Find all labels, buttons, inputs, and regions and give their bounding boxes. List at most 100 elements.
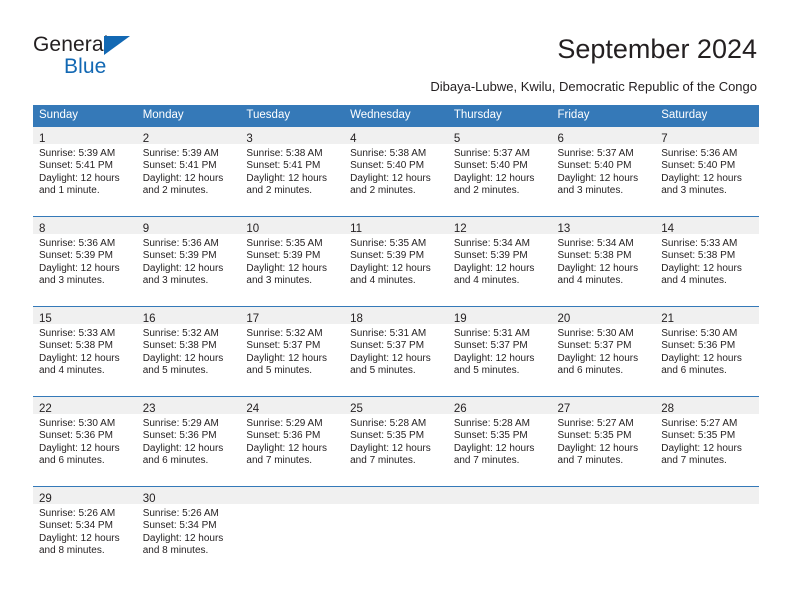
day-info: Sunrise: 5:34 AM Sunset: 5:38 PM Dayligh… — [552, 234, 656, 288]
day-cell[interactable]: 27 Sunrise: 5:27 AM Sunset: 5:35 PM Dayl… — [551, 396, 656, 487]
day-info: Sunrise: 5:34 AM Sunset: 5:39 PM Dayligh… — [448, 234, 552, 288]
sunrise-text: Sunrise: 5:36 AM — [39, 238, 116, 249]
day-info: Sunrise: 5:36 AM Sunset: 5:39 PM Dayligh… — [137, 234, 241, 288]
day-info: Sunrise: 5:29 AM Sunset: 5:36 PM Dayligh… — [137, 414, 241, 468]
day-cell[interactable]: 18 Sunrise: 5:31 AM Sunset: 5:37 PM Dayl… — [344, 306, 448, 397]
day-info: Sunrise: 5:33 AM Sunset: 5:38 PM Dayligh… — [655, 234, 759, 288]
day-info: Sunrise: 5:38 AM Sunset: 5:40 PM Dayligh… — [344, 144, 448, 198]
day-number-band: 3 — [240, 127, 345, 145]
sunset-text: Sunset: 5:37 PM — [557, 340, 632, 352]
day-info: Sunrise: 5:29 AM Sunset: 5:36 PM Dayligh… — [240, 414, 344, 468]
daylight-text: Daylight: 12 hours and 2 minutes. — [246, 172, 328, 197]
day-cell[interactable]: 14 Sunrise: 5:33 AM Sunset: 5:38 PM Dayl… — [655, 216, 759, 307]
day-cell[interactable]: 11 Sunrise: 5:35 AM Sunset: 5:39 PM Dayl… — [344, 216, 448, 307]
daylight-text: Daylight: 12 hours and 5 minutes. — [142, 352, 224, 377]
daylight-text: Daylight: 12 hours and 7 minutes. — [557, 442, 639, 467]
sunrise-text: Sunrise: 5:27 AM — [661, 418, 738, 429]
day-cell[interactable]: 2 Sunrise: 5:39 AM Sunset: 5:41 PM Dayli… — [136, 126, 241, 217]
logo-text-blue: Blue — [64, 55, 107, 78]
day-cell[interactable]: 7 Sunrise: 5:36 AM Sunset: 5:40 PM Dayli… — [655, 126, 759, 217]
day-cell[interactable]: 17 Sunrise: 5:32 AM Sunset: 5:37 PM Dayl… — [240, 306, 345, 397]
day-cell[interactable]: 6 Sunrise: 5:37 AM Sunset: 5:40 PM Dayli… — [551, 126, 656, 217]
daylight-text: Daylight: 12 hours and 4 minutes. — [661, 262, 742, 287]
day-number: 22 — [39, 403, 52, 415]
day-number: 26 — [453, 403, 467, 415]
day-number-band: 1 — [33, 127, 137, 145]
day-number: 21 — [661, 313, 675, 325]
day-cell[interactable]: 22 Sunrise: 5:30 AM Sunset: 5:36 PM Dayl… — [33, 396, 137, 487]
calendar-week-row: 22 Sunrise: 5:30 AM Sunset: 5:36 PM Dayl… — [33, 396, 759, 487]
day-cell[interactable]: 9 Sunrise: 5:36 AM Sunset: 5:39 PM Dayli… — [136, 216, 241, 307]
day-cell[interactable]: 25 Sunrise: 5:28 AM Sunset: 5:35 PM Dayl… — [344, 396, 448, 487]
sunrise-text: Sunrise: 5:33 AM — [39, 328, 116, 339]
daylight-text: Daylight: 12 hours and 3 minutes. — [39, 262, 120, 287]
sunset-text: Sunset: 5:40 PM — [661, 160, 736, 172]
day-number-band: 16 — [136, 307, 241, 325]
sunset-text: Sunset: 5:37 PM — [246, 340, 321, 352]
day-cell[interactable]: 12 Sunrise: 5:34 AM Sunset: 5:39 PM Dayl… — [447, 216, 552, 307]
day-cell[interactable]: 20 Sunrise: 5:30 AM Sunset: 5:37 PM Dayl… — [551, 306, 656, 397]
day-info: Sunrise: 5:31 AM Sunset: 5:37 PM Dayligh… — [448, 324, 552, 378]
day-cell-empty — [344, 486, 448, 576]
day-cell[interactable]: 30 Sunrise: 5:26 AM Sunset: 5:34 PM Dayl… — [136, 486, 241, 576]
day-number: 27 — [557, 403, 571, 415]
sunset-text: Sunset: 5:39 PM — [39, 250, 113, 262]
day-number: 7 — [661, 133, 668, 145]
sunset-text: Sunset: 5:40 PM — [557, 160, 632, 172]
day-number-band: 13 — [551, 217, 656, 235]
day-number: 11 — [350, 223, 363, 235]
day-cell[interactable]: 16 Sunrise: 5:32 AM Sunset: 5:38 PM Dayl… — [136, 306, 241, 397]
day-cell[interactable]: 29 Sunrise: 5:26 AM Sunset: 5:34 PM Dayl… — [33, 486, 137, 576]
day-cell[interactable]: 4 Sunrise: 5:38 AM Sunset: 5:40 PM Dayli… — [344, 126, 448, 217]
day-info — [448, 504, 552, 508]
day-number: 18 — [350, 313, 363, 325]
daylight-text: Daylight: 12 hours and 2 minutes. — [142, 172, 224, 197]
day-info: Sunrise: 5:36 AM Sunset: 5:39 PM Dayligh… — [33, 234, 137, 288]
calendar-week-row: 15 Sunrise: 5:33 AM Sunset: 5:38 PM Dayl… — [33, 306, 759, 397]
weekday-header-friday: Friday — [551, 105, 656, 127]
daylight-text: Daylight: 12 hours and 5 minutes. — [350, 352, 431, 377]
sunrise-text: Sunrise: 5:38 AM — [350, 148, 427, 159]
day-cell[interactable]: 5 Sunrise: 5:37 AM Sunset: 5:40 PM Dayli… — [447, 126, 552, 217]
day-number-band — [655, 487, 759, 504]
day-number: 6 — [557, 133, 564, 145]
day-number-band: 7 — [655, 127, 759, 145]
sunrise-text: Sunrise: 5:37 AM — [453, 148, 530, 159]
day-number: 13 — [557, 223, 571, 235]
logo-text-general: General — [33, 33, 109, 56]
daylight-text: Daylight: 12 hours and 7 minutes. — [246, 442, 328, 467]
day-cell[interactable]: 24 Sunrise: 5:29 AM Sunset: 5:36 PM Dayl… — [240, 396, 345, 487]
page-subtitle: Dibaya-Lubwe, Kwilu, Democratic Republic… — [430, 79, 757, 94]
daylight-text: Daylight: 12 hours and 6 minutes. — [39, 442, 120, 467]
sunrise-text: Sunrise: 5:29 AM — [142, 418, 219, 429]
sunset-text: Sunset: 5:38 PM — [557, 250, 632, 262]
day-number: 3 — [246, 133, 253, 145]
day-info: Sunrise: 5:26 AM Sunset: 5:34 PM Dayligh… — [137, 504, 241, 558]
day-cell[interactable]: 1 Sunrise: 5:39 AM Sunset: 5:41 PM Dayli… — [33, 126, 137, 217]
day-cell[interactable]: 13 Sunrise: 5:34 AM Sunset: 5:38 PM Dayl… — [551, 216, 656, 307]
day-cell[interactable]: 8 Sunrise: 5:36 AM Sunset: 5:39 PM Dayli… — [33, 216, 137, 307]
sunset-text: Sunset: 5:41 PM — [246, 160, 321, 172]
weekday-header-monday: Monday — [136, 105, 241, 127]
day-number: 12 — [453, 223, 467, 235]
daylight-text: Daylight: 12 hours and 6 minutes. — [661, 352, 742, 377]
sunset-text: Sunset: 5:35 PM — [557, 430, 632, 442]
day-cell[interactable]: 28 Sunrise: 5:27 AM Sunset: 5:35 PM Dayl… — [655, 396, 759, 487]
day-number-band: 26 — [447, 397, 552, 415]
day-number-band: 14 — [655, 217, 759, 235]
calendar-grid: Sunday Monday Tuesday Wednesday Thursday… — [33, 105, 759, 576]
day-cell[interactable]: 3 Sunrise: 5:38 AM Sunset: 5:41 PM Dayli… — [240, 126, 345, 217]
day-cell[interactable]: 21 Sunrise: 5:30 AM Sunset: 5:36 PM Dayl… — [655, 306, 759, 397]
day-cell[interactable]: 10 Sunrise: 5:35 AM Sunset: 5:39 PM Dayl… — [240, 216, 345, 307]
day-cell[interactable]: 23 Sunrise: 5:29 AM Sunset: 5:36 PM Dayl… — [136, 396, 241, 487]
sunrise-text: Sunrise: 5:29 AM — [246, 418, 323, 429]
sunrise-text: Sunrise: 5:39 AM — [142, 148, 219, 159]
day-cell[interactable]: 15 Sunrise: 5:33 AM Sunset: 5:38 PM Dayl… — [33, 306, 137, 397]
sunrise-text: Sunrise: 5:32 AM — [246, 328, 323, 339]
day-info: Sunrise: 5:36 AM Sunset: 5:40 PM Dayligh… — [655, 144, 759, 198]
logo[interactable]: General Blue — [33, 33, 233, 81]
day-cell[interactable]: 19 Sunrise: 5:31 AM Sunset: 5:37 PM Dayl… — [447, 306, 552, 397]
day-cell[interactable]: 26 Sunrise: 5:28 AM Sunset: 5:35 PM Dayl… — [447, 396, 552, 487]
day-cell-empty — [240, 486, 345, 576]
day-number-band: 30 — [136, 487, 241, 505]
